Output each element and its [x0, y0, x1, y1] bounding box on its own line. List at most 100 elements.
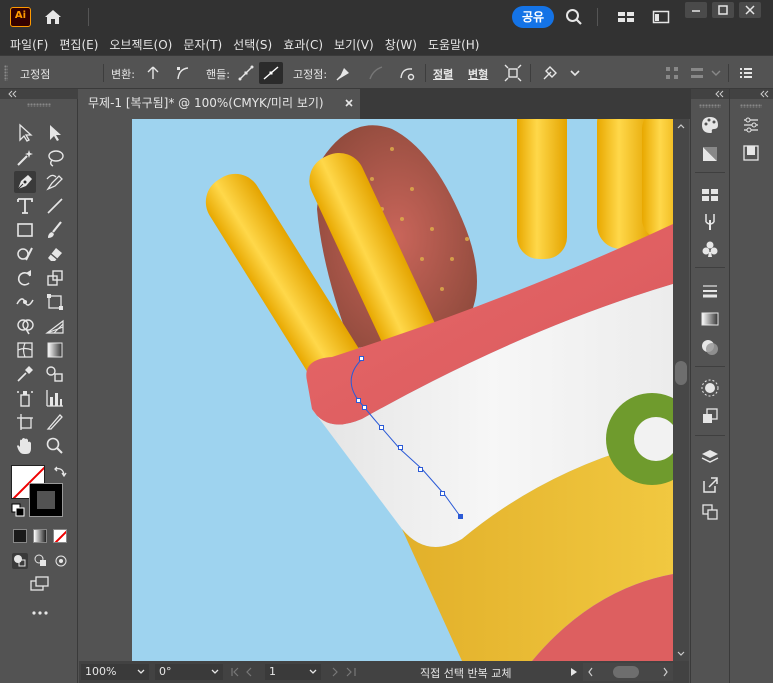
default-fill-stroke-icon[interactable]: [11, 503, 25, 517]
vertical-scroll-thumb[interactable]: [675, 361, 687, 385]
width-tool[interactable]: [14, 291, 36, 313]
vertical-scrollbar[interactable]: [673, 119, 689, 661]
perspective-grid-tool[interactable]: [44, 315, 66, 337]
color-mode-button[interactable]: [13, 529, 27, 543]
hide-handles-button[interactable]: [259, 62, 283, 84]
align-options-icon[interactable]: [688, 64, 706, 82]
menu-select[interactable]: 선택(S): [233, 36, 272, 53]
draw-behind-button[interactable]: [33, 553, 49, 569]
curvature-tool[interactable]: [44, 171, 66, 193]
none-mode-button[interactable]: [53, 529, 67, 543]
edit-toolbar-button[interactable]: [29, 607, 51, 617]
eraser-tool[interactable]: [44, 243, 66, 265]
rectangle-tool[interactable]: [14, 219, 36, 241]
line-segment-tool[interactable]: [44, 195, 66, 217]
menu-file[interactable]: 파일(F): [10, 36, 48, 53]
magic-wand-tool[interactable]: [14, 147, 36, 169]
menu-view[interactable]: 보기(V): [334, 36, 374, 53]
tools-grip[interactable]: [27, 103, 51, 107]
collapse-panel-icon[interactable]: [6, 89, 18, 99]
show-handles-icon[interactable]: [237, 64, 255, 82]
close-tab-icon[interactable]: [343, 97, 355, 109]
paintbrush-tool[interactable]: [44, 219, 66, 241]
shaper-tool[interactable]: [14, 243, 36, 265]
isolate-object-icon[interactable]: [504, 64, 522, 82]
export-icon[interactable]: [700, 475, 720, 495]
maximize-button[interactable]: [712, 2, 734, 18]
status-menu-icon[interactable]: [568, 666, 580, 678]
scroll-up-icon[interactable]: [673, 121, 689, 131]
mesh-tool[interactable]: [14, 339, 36, 361]
brushes-icon[interactable]: [700, 212, 720, 232]
workspace-switcher-icon[interactable]: [617, 8, 635, 26]
symbols-icon[interactable]: [700, 239, 720, 259]
scroll-left-icon[interactable]: [585, 663, 595, 681]
properties-icon[interactable]: [741, 115, 761, 135]
connect-anchors-icon[interactable]: [367, 64, 385, 82]
transparency-icon[interactable]: [700, 337, 720, 357]
layers-icon[interactable]: [700, 447, 720, 467]
remove-anchor-icon[interactable]: [335, 64, 353, 82]
share-button[interactable]: 공유: [512, 6, 554, 28]
scroll-down-icon[interactable]: [673, 649, 689, 659]
minimize-button[interactable]: [685, 2, 707, 18]
dock-a-grip[interactable]: [699, 104, 721, 108]
chevron-down-icon-2[interactable]: [707, 64, 725, 82]
expand-panels-icon-2[interactable]: [758, 89, 770, 99]
menu-window[interactable]: 창(W): [385, 36, 417, 53]
draw-inside-button[interactable]: [53, 553, 69, 569]
type-tool[interactable]: [14, 195, 36, 217]
graphic-styles-icon[interactable]: [700, 406, 720, 426]
scale-tool[interactable]: [44, 267, 66, 289]
column-graph-tool[interactable]: [44, 387, 66, 409]
gradient-panel-icon[interactable]: [700, 309, 720, 329]
chevron-down-icon[interactable]: [566, 64, 584, 82]
draw-normal-button[interactable]: [12, 553, 28, 569]
swap-fill-stroke-icon[interactable]: [53, 465, 67, 479]
close-window-button[interactable]: [739, 2, 761, 18]
color-guide-icon[interactable]: [700, 144, 720, 164]
artboard[interactable]: [132, 119, 673, 661]
convert-to-smooth-icon[interactable]: [174, 64, 192, 82]
selection-tool[interactable]: [14, 122, 36, 144]
control-menu-icon[interactable]: [737, 64, 755, 82]
scroll-right-icon[interactable]: [661, 663, 671, 681]
artboard-tool[interactable]: [14, 411, 36, 433]
menu-effect[interactable]: 효과(C): [283, 36, 323, 53]
menu-object[interactable]: 오브젝트(O): [109, 36, 172, 53]
gradient-mode-button[interactable]: [33, 529, 47, 543]
eyedropper-tool[interactable]: [14, 363, 36, 385]
direct-selection-tool[interactable]: [44, 122, 66, 144]
swatches-icon[interactable]: [700, 185, 720, 205]
artboard-dropdown-icon[interactable]: [307, 666, 319, 678]
expand-panels-icon[interactable]: [713, 89, 725, 99]
menu-edit[interactable]: 편집(E): [59, 36, 98, 53]
pen-tool[interactable]: [14, 171, 36, 193]
zoom-tool[interactable]: [44, 435, 66, 457]
control-bar-grip[interactable]: [4, 65, 8, 81]
libraries-icon[interactable]: [741, 143, 761, 163]
gradient-tool[interactable]: [44, 339, 66, 361]
zoom-dropdown-icon[interactable]: [135, 666, 147, 678]
cut-path-icon[interactable]: [398, 64, 416, 82]
recolor-icon[interactable]: [541, 64, 559, 82]
document-tab[interactable]: 무제-1 [복구됨]* @ 100%(CMYK/미리 보기): [79, 89, 360, 119]
distribute-icon[interactable]: [663, 64, 681, 82]
canvas-area[interactable]: [79, 119, 673, 661]
home-icon[interactable]: [42, 7, 64, 27]
transform-button[interactable]: 변형: [468, 66, 488, 82]
align-button[interactable]: 정렬: [433, 66, 453, 82]
rotation-dropdown-icon[interactable]: [209, 666, 221, 678]
appearance-icon[interactable]: [700, 378, 720, 398]
first-prev-artboard-icons[interactable]: [229, 666, 265, 678]
menu-type[interactable]: 문자(T): [183, 36, 222, 53]
next-last-artboard-icons[interactable]: [327, 666, 363, 678]
symbol-sprayer-tool[interactable]: [14, 387, 36, 409]
horizontal-scroll-thumb[interactable]: [613, 666, 639, 678]
artboards-icon[interactable]: [700, 502, 720, 522]
lasso-tool[interactable]: [44, 147, 66, 169]
slice-tool[interactable]: [44, 411, 66, 433]
rotate-tool[interactable]: [14, 267, 36, 289]
dock-b-grip[interactable]: [740, 104, 762, 108]
blend-tool[interactable]: [44, 363, 66, 385]
